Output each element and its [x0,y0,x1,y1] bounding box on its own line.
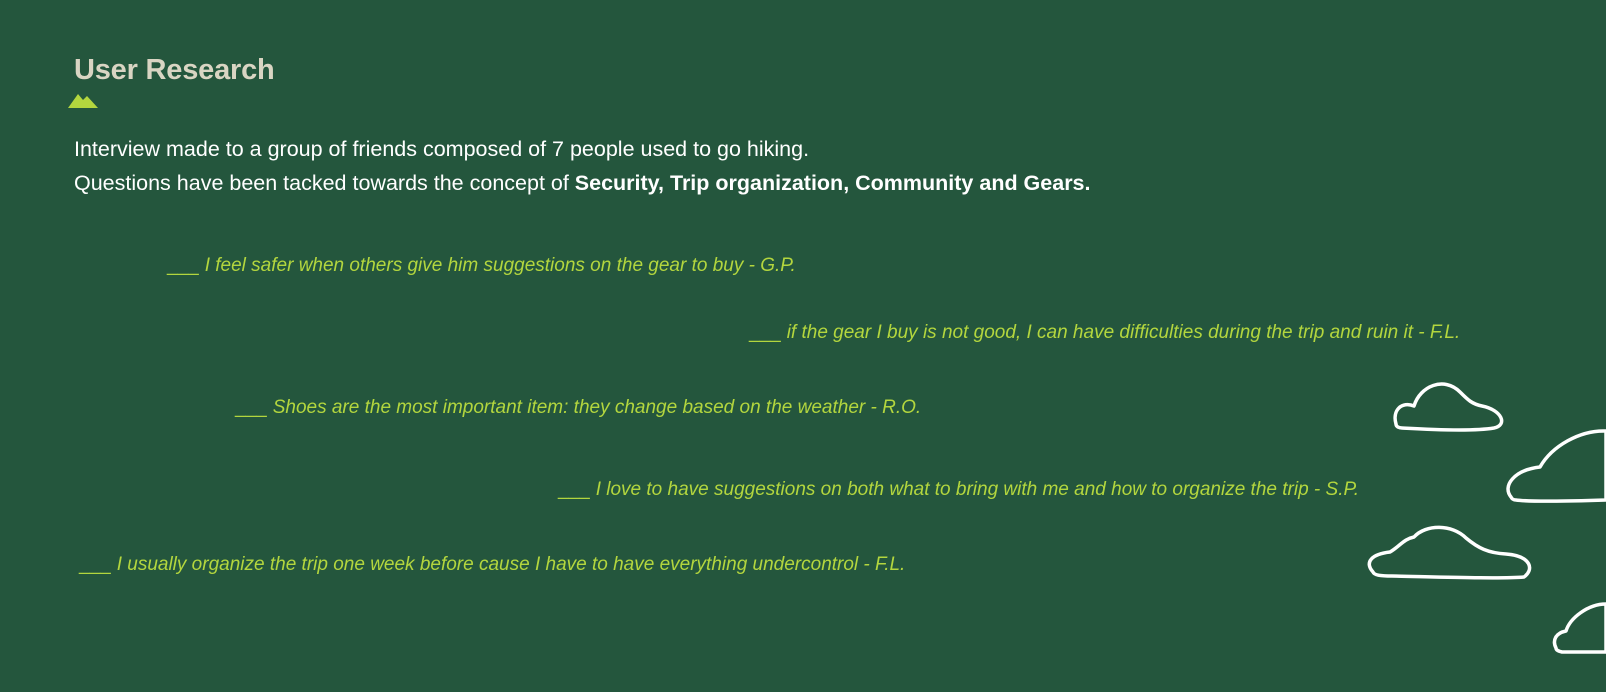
intro-line-1: Interview made to a group of friends com… [74,137,810,161]
page-title: User Research [74,54,275,86]
quote-item: ___ I love to have suggestions on both wh… [558,479,1359,501]
quote-dash: ___ [167,255,199,276]
intro-line-2-prefix: Questions have been tacked towards the c… [74,171,575,195]
cloud-icon [1506,429,1606,503]
quote-text: I love to have suggestions on both what … [595,479,1359,500]
intro-line-2: Questions have been tacked towards the c… [74,166,1091,200]
quote-text: Shoes are the most important item: they … [272,397,922,418]
quote-dash: ___ [235,397,267,418]
clouds-decoration [1367,382,1606,654]
intro-text: Interview made to a group of friends com… [74,132,1091,200]
mountain-icon [68,94,98,108]
quote-text: if the gear I buy is not good, I can hav… [786,322,1461,343]
quote-item: ___ I usually organize the trip one week … [79,554,905,576]
quote-item: ___ Shoes are the most important item: th… [235,397,921,419]
quote-dash: ___ [79,554,111,575]
quote-text: I usually organize the trip one week bef… [116,554,906,575]
cloud-icon [1552,602,1606,654]
quote-dash: ___ [749,322,781,343]
cloud-icon [1367,525,1532,580]
quote-item: ___ if the gear I buy is not good, I can … [749,322,1460,344]
quote-dash: ___ [558,479,590,500]
intro-concepts: Security, Trip organization, Community a… [574,171,1091,195]
quote-item: ___ I feel safer when others give him sug… [167,255,796,277]
quote-text: I feel safer when others give him sugges… [204,255,796,276]
cloud-icon [1393,382,1504,432]
